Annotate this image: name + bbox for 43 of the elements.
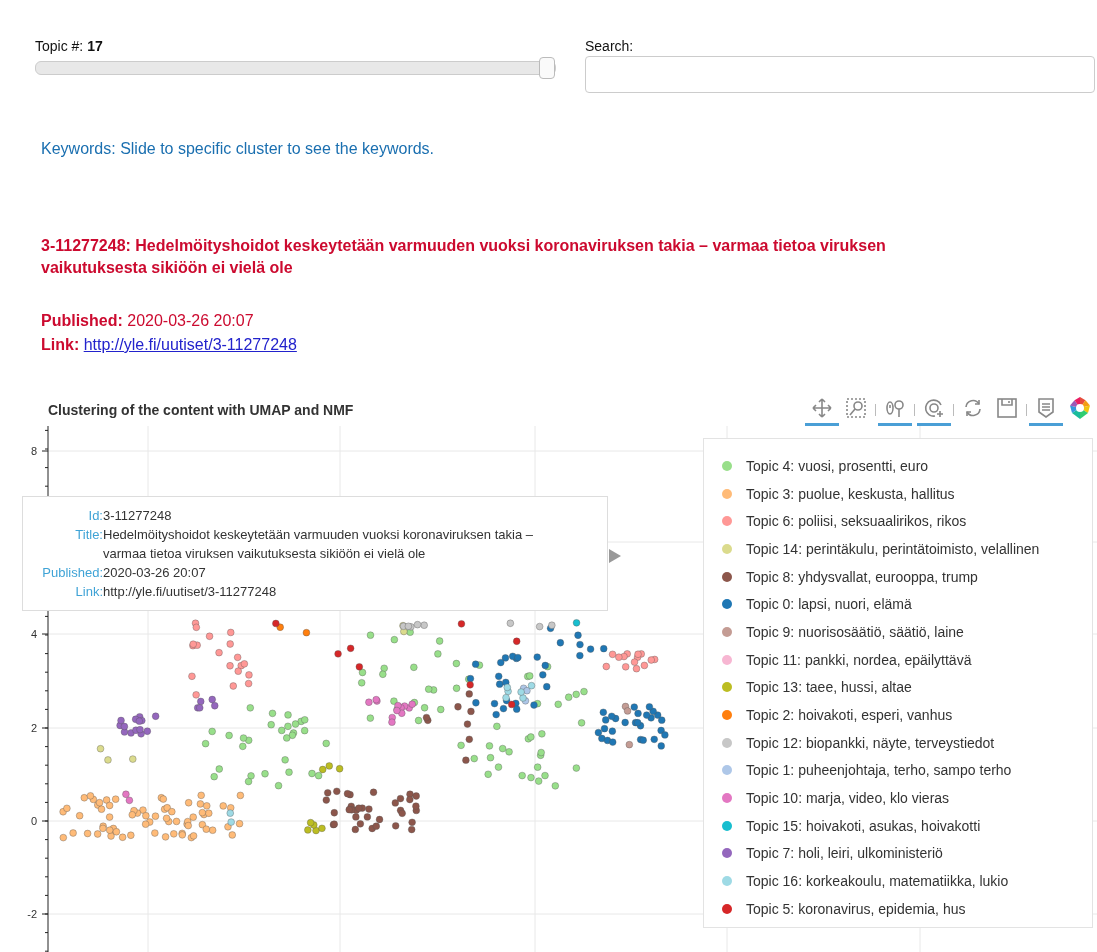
topic-label: Topic #: xyxy=(35,38,84,54)
tooltip-value: Hedelmöityshoidot keskeytetään varmuuden vuoksi koronaviruksen takia – varmaa tietoa viruksen vaikutuksesta sikiöön ei vielä ole xyxy=(103,526,534,563)
y-tick-label: 2 xyxy=(30,722,37,734)
legend-label: Topic 11: pankki, nordea, epäilyttävä xyxy=(746,651,972,668)
tooltip-key: Link: xyxy=(33,582,103,601)
search-label: Search: xyxy=(585,38,635,56)
tooltip-key: Id: xyxy=(33,506,103,525)
legend-label: Topic 4: vuosi, prosentti, euro xyxy=(746,457,929,474)
legend-label: Topic 3: puolue, keskusta, hallitus xyxy=(746,485,955,502)
tooltip-pointer-icon xyxy=(609,549,621,563)
article-link[interactable]: http://yle.fi/uutiset/3-11277248 xyxy=(83,336,297,353)
legend-label: Topic 2: hoivakoti, esperi, vanhus xyxy=(746,707,953,724)
tooltip-key: Published: xyxy=(33,563,103,582)
legend-label: Topic 15: hoivakoti, asukas, hoivakotti xyxy=(746,817,981,834)
legend-label: Topic 16: korkeakoulu, matematiikka, lukio xyxy=(746,873,1009,890)
y-tick-label: -2 xyxy=(27,908,37,920)
legend-label: Topic 5: koronavirus, epidemia, hus xyxy=(746,900,966,917)
y-tick-label: 0 xyxy=(30,815,37,827)
legend-label: Topic 12: biopankki, näyte, terveystiedot xyxy=(746,734,995,751)
legend-label: Topic 0: lapsi, nuori, elämä xyxy=(746,596,912,613)
slider-handle[interactable] xyxy=(539,57,555,79)
article-heading: 3-11277248: Hedelmöityshoidot keskeytetään varmuuden vuoksi koronaviruksen takia – varmaa tietoa viruksen vaikutuksesta sikiöön ei vielä ole xyxy=(41,236,887,278)
chart-title: Clustering of the content with UMAP and NMF xyxy=(48,402,354,418)
legend-label: Topic 14: perintäkulu, perintätoimisto, velallinen xyxy=(746,540,1040,557)
y-tick-label: 8 xyxy=(30,445,37,457)
y-tick-label: 4 xyxy=(30,628,37,640)
tooltip-value: 3-11277248 xyxy=(103,507,173,525)
legend-label: Topic 10: marja, video, klo vieras xyxy=(746,790,950,807)
legend-label: Topic 1: puheenjohtaja, terho, sampo terho xyxy=(746,762,1012,779)
search-field[interactable] xyxy=(585,56,1095,93)
legend-label: Topic 7: holi, leiri, ulkoministeriö xyxy=(746,845,943,862)
legend-label: Topic 8: yhdysvallat, eurooppa, trump xyxy=(746,568,978,585)
legend-label: Topic 6: poliisi, seksuaalirikos, rikos xyxy=(746,513,967,530)
link-label: Link: xyxy=(41,336,80,353)
tooltip-value: 2020-03-26 20:07 xyxy=(103,564,207,582)
keywords-text: Keywords: Slide to specific cluster to see the keywords. xyxy=(41,140,436,159)
tooltip-key: Title: xyxy=(33,525,103,563)
legend-label: Topic 9: nuorisosäätiö, säätiö, laine xyxy=(746,623,964,640)
tooltip-value: http://yle.fi/uutiset/3-11277248 xyxy=(103,583,278,601)
published-date: 2020-03-26 20:07 xyxy=(127,312,254,329)
legend-label: Topic 13: taee, hussi, altae xyxy=(746,679,912,696)
topic-value: 17 xyxy=(87,38,103,54)
published-label: Published: xyxy=(41,312,123,329)
